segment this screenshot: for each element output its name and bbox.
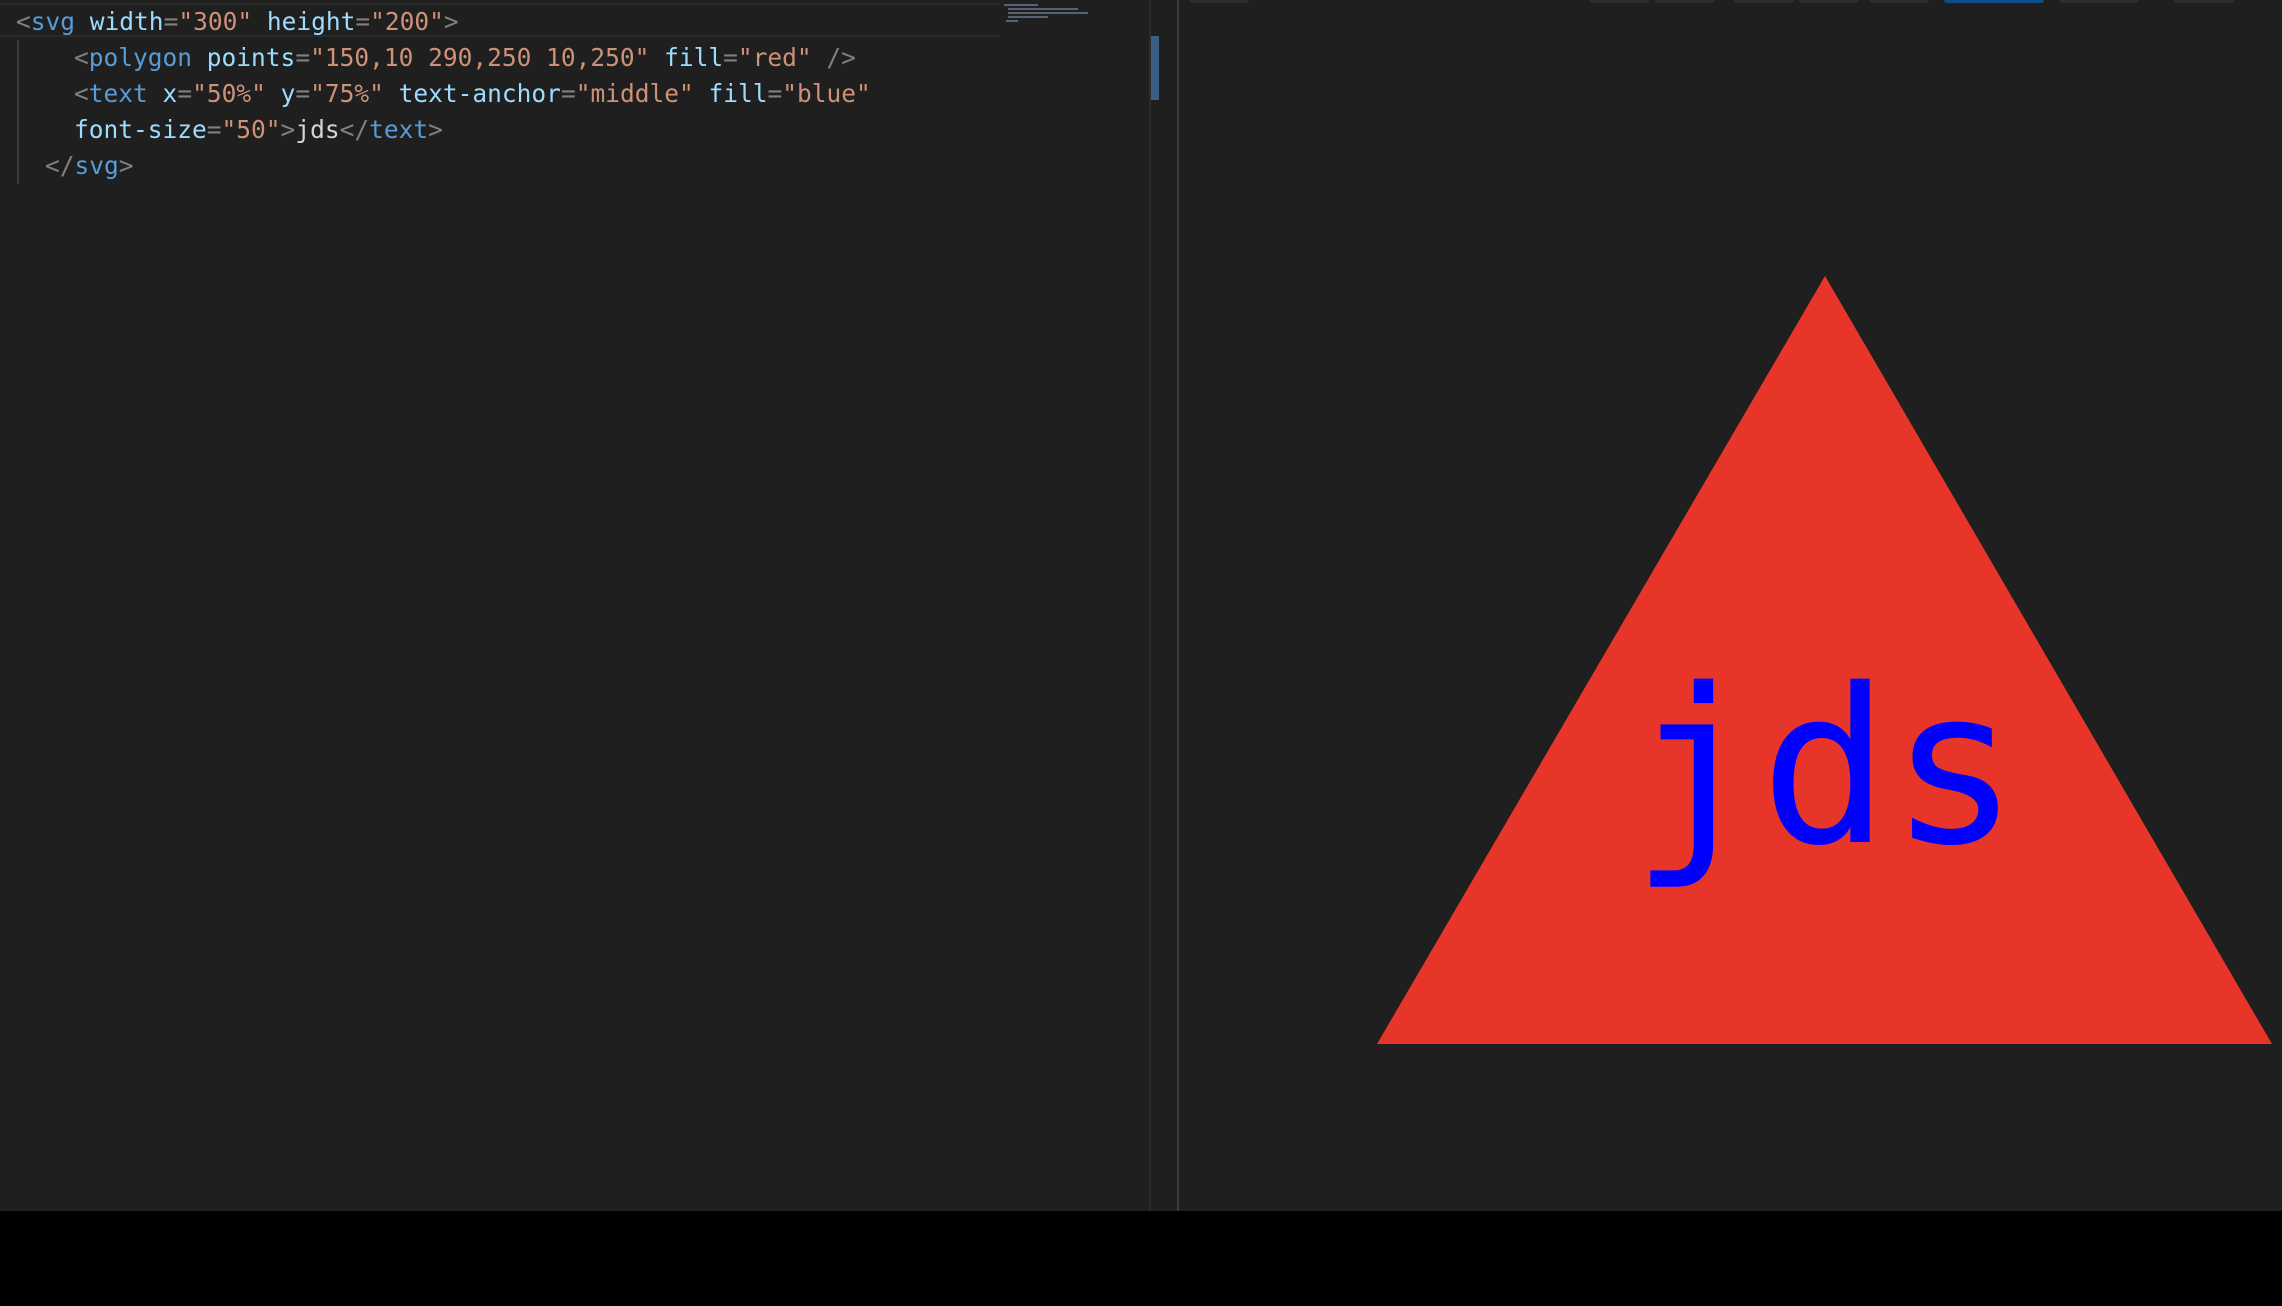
code-token-tag: svg (30, 7, 76, 36)
code-token-punc: = (560, 79, 576, 108)
code-token-val: "50" (221, 115, 281, 144)
code-token-val: "150,10 290,250 10,250" (310, 43, 650, 72)
code-token-punc: </ (45, 151, 75, 180)
code-line[interactable]: <polygon points="150,10 290,250 10,250" … (16, 40, 871, 76)
code-token-punc: > (428, 115, 443, 144)
code-token-val: "200" (370, 7, 444, 36)
minimap-line (1008, 16, 1048, 18)
code-token-attr: fill (664, 43, 724, 72)
code-token-punc: = (767, 79, 783, 108)
minimap-line (1004, 4, 1038, 6)
minimap-line (1008, 8, 1078, 10)
code-token-val: "300" (178, 7, 253, 36)
code-token-punc: < (74, 79, 89, 108)
minimap-line (1006, 20, 1018, 22)
code-token-punc: </ (339, 115, 370, 144)
code-line[interactable]: <svg width="300" height="200"> (16, 4, 871, 40)
code-token-punc: = (295, 43, 311, 72)
minimap-line (1008, 12, 1088, 14)
code-token-punc: = (163, 7, 179, 36)
code-token-punc: = (177, 79, 193, 108)
code-token-val: "75%" (310, 79, 384, 108)
code-token-punc: /> (826, 43, 856, 72)
code-token-attr: fill (708, 79, 768, 108)
code-token-attr: points (206, 43, 296, 72)
code-line[interactable]: </svg> (16, 148, 871, 184)
code-token-val: "50%" (192, 79, 266, 108)
code-token-attr: font-size (74, 115, 207, 144)
code-token-attr: text-anchor (398, 79, 561, 108)
editor-scrollbar-thumb[interactable] (1151, 36, 1159, 100)
code-line[interactable]: <text x="50%" y="75%" text-anchor="middl… (16, 76, 871, 112)
code-editor[interactable]: <svg width="300" height="200"> <polygon p… (0, 0, 1150, 1211)
code-token-punc: = (206, 115, 222, 144)
code-token-text: jds (295, 115, 340, 144)
code-token-punc: = (723, 43, 738, 72)
code-token-tag: text (369, 115, 429, 144)
code-token-punc: < (16, 7, 31, 36)
code-token-tag: polygon (88, 43, 193, 72)
code-token-val: "blue" (782, 79, 871, 108)
code-token-attr: x (162, 79, 178, 108)
code-line[interactable]: font-size="50">jds</text> (16, 112, 871, 148)
code-token-punc: > (280, 115, 296, 144)
editor-scrollbar-track (1149, 0, 1151, 1211)
code-token-punc: < (74, 43, 89, 72)
code-token-attr: height (266, 7, 356, 36)
code-token-punc: = (355, 7, 371, 36)
code-token-val: "middle" (575, 79, 694, 108)
code-token-attr: width (89, 7, 164, 36)
preview-text: jds (1631, 642, 2019, 893)
app-window: <svg width="300" height="200"> <polygon p… (0, 0, 2282, 1211)
code-token-tag: text (88, 79, 148, 108)
code-token-attr: y (280, 79, 296, 108)
preview-pane: jds (1179, 0, 2282, 1211)
svg-preview-canvas: jds (1377, 276, 2272, 1044)
code-token-val: "red" (737, 43, 812, 72)
code-token-tag: svg (74, 151, 119, 180)
minimap[interactable] (1000, 4, 1130, 28)
code-token-punc: > (118, 151, 134, 180)
code-text[interactable]: <svg width="300" height="200"> <polygon p… (16, 4, 871, 184)
code-token-punc: = (295, 79, 311, 108)
code-token-punc: > (443, 7, 459, 36)
